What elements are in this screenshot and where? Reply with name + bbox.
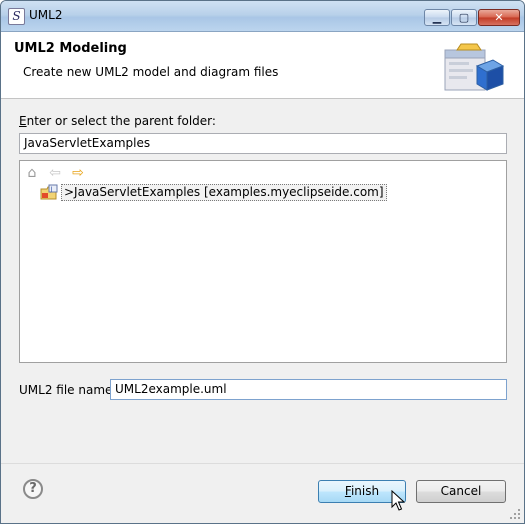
finish-button-text: inish xyxy=(350,484,380,498)
title-bar[interactable]: S UML2 ▁ ▢ ✕ xyxy=(1,1,524,32)
maximize-button[interactable]: ▢ xyxy=(451,9,477,26)
home-icon[interactable]: ⌂ xyxy=(24,165,40,181)
window-title: UML2 xyxy=(29,8,63,22)
back-arrow-icon[interactable]: ⇦ xyxy=(47,165,63,181)
close-button[interactable]: ✕ xyxy=(478,9,520,26)
dialog-window: S UML2 ▁ ▢ ✕ UML2 Modeling Create new UM… xyxy=(0,0,525,524)
eclipse-app-icon: S xyxy=(8,8,25,25)
tree-item-label[interactable]: >JavaServletExamples [examples.myeclipse… xyxy=(61,184,387,201)
banner-title: UML2 Modeling xyxy=(14,41,127,56)
svg-text:J: J xyxy=(50,186,53,193)
help-icon[interactable]: ? xyxy=(23,479,43,499)
banner-description: Create new UML2 model and diagram files xyxy=(23,65,279,79)
resize-grip-icon[interactable] xyxy=(509,508,521,520)
minimize-button[interactable]: ▁ xyxy=(424,9,450,26)
java-project-icon: J xyxy=(40,184,58,200)
cancel-button[interactable]: Cancel xyxy=(416,480,506,503)
parent-folder-label-text: nter or select the parent folder: xyxy=(26,114,216,128)
footer-divider xyxy=(1,463,524,464)
parent-folder-input[interactable]: JavaServletExamples xyxy=(19,133,507,154)
uml-model-wizard-banner-icon xyxy=(444,43,505,91)
folder-tree[interactable]: ⌂ ⇦ ⇨ J >JavaServletExamples [examples.m… xyxy=(19,160,507,363)
mouse-cursor-icon xyxy=(391,490,405,511)
file-name-input[interactable]: UML2example.uml xyxy=(110,379,507,400)
wizard-banner: UML2 Modeling Create new UML2 model and … xyxy=(1,32,524,99)
file-name-label: UML2 file name: xyxy=(19,383,117,397)
forward-arrow-icon[interactable]: ⇨ xyxy=(70,165,86,181)
parent-folder-label: Enter or select the parent folder: xyxy=(19,114,216,128)
parent-folder-label-accelerator: E xyxy=(19,114,27,128)
